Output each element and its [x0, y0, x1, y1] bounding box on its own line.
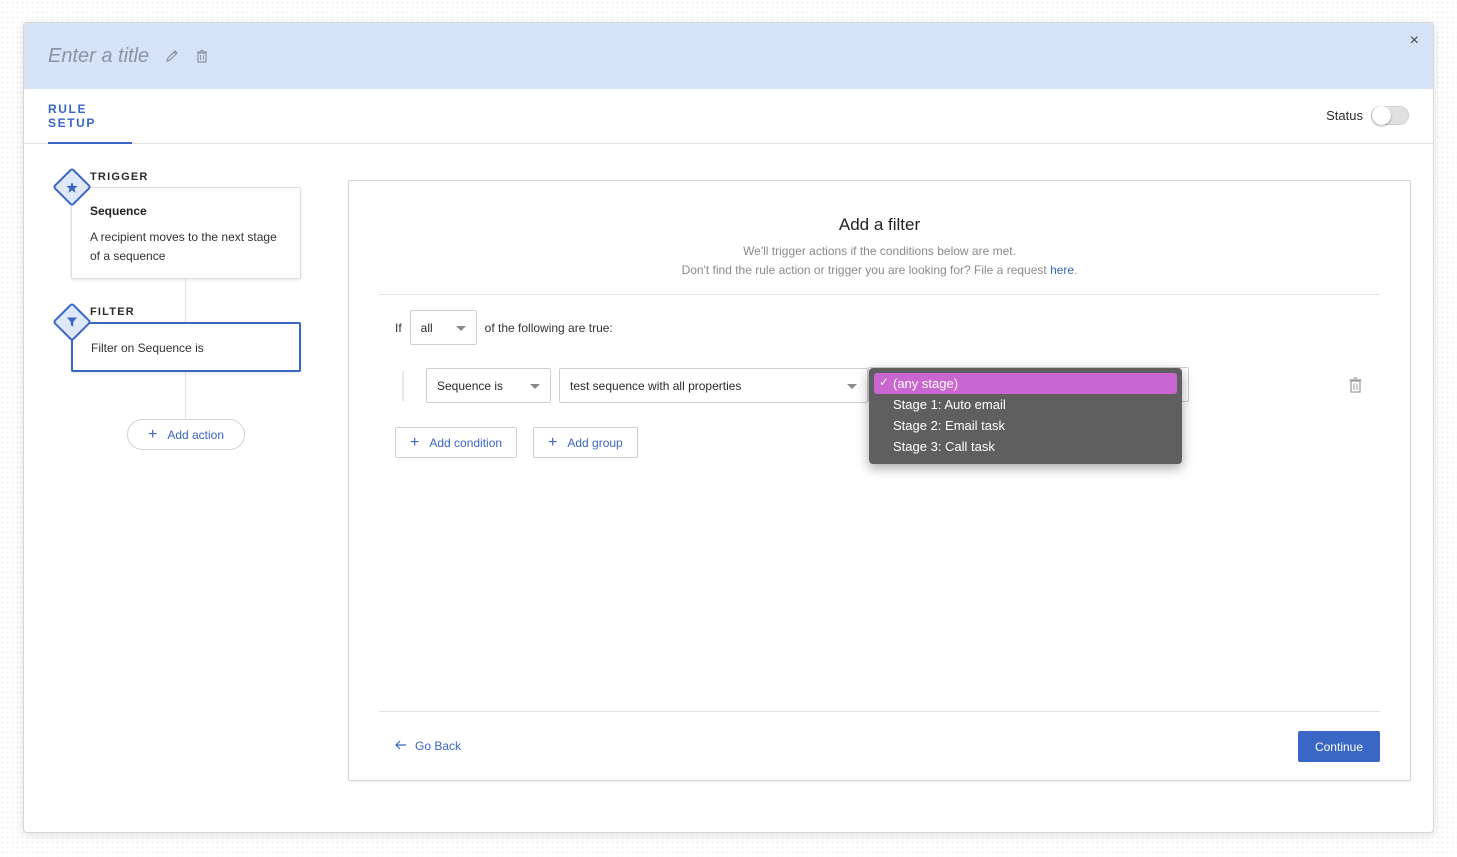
status-label: Status	[1326, 108, 1363, 123]
stage-dropdown: ✓ (any stage) Stage 1: Auto email Stage …	[869, 368, 1182, 464]
rule-modal: Enter a title × RULE SETUP Status Sequen…	[23, 22, 1434, 833]
status-toggle[interactable]	[1371, 106, 1409, 125]
add-group-button[interactable]: + Add group	[533, 427, 638, 458]
stage-option-label: Stage 3: Call task	[893, 439, 995, 454]
go-back-label: Go Back	[415, 739, 462, 753]
stage-option-label: Stage 2: Email task	[893, 418, 1005, 433]
panel-title: Add a filter	[838, 215, 921, 234]
subtitle-end: .	[1074, 263, 1078, 277]
panel-subtitle-1: We'll trigger actions if the conditions …	[743, 244, 1016, 258]
modal-header: Enter a title ×	[24, 23, 1433, 89]
filter-panel: Add a filter We'll trigger actions if th…	[348, 180, 1411, 781]
stage-option-label: (any stage)	[893, 376, 959, 391]
trash-icon[interactable]	[195, 49, 209, 63]
trigger-title: Sequence	[90, 204, 147, 218]
stage-option-1[interactable]: Stage 1: Auto email	[874, 394, 1177, 415]
trigger-description: A recipient moves to the next stage of a…	[90, 230, 277, 263]
add-condition-label: Add condition	[429, 435, 503, 450]
tab-rule-setup[interactable]: RULE SETUP	[48, 89, 132, 144]
flow-connector	[185, 372, 186, 420]
chevron-down-icon	[530, 384, 540, 389]
sequence-value: test sequence with all properties	[570, 378, 742, 393]
add-action-label: Add action	[167, 427, 225, 442]
stage-option-label: Stage 1: Auto email	[893, 397, 1006, 412]
request-link[interactable]: here	[1050, 263, 1074, 277]
chevron-down-icon	[847, 384, 857, 389]
sequence-select[interactable]: test sequence with all properties	[559, 368, 868, 403]
pencil-icon[interactable]	[165, 49, 179, 63]
trigger-card[interactable]: Sequence A recipient moves to the next s…	[71, 187, 301, 279]
status-control: Status	[1326, 106, 1409, 125]
filter-description: Filter on Sequence is	[91, 341, 204, 355]
checkmark-icon: ✓	[879, 375, 890, 389]
divider	[379, 294, 1380, 295]
filter-card[interactable]: Filter on Sequence is	[71, 322, 301, 372]
plus-icon: +	[548, 433, 558, 451]
go-back-button[interactable]: Go Back	[395, 739, 461, 753]
match-row: If all of the following are true:	[395, 310, 613, 345]
trigger-label: TRIGGER	[90, 171, 149, 183]
stage-option-3[interactable]: Stage 3: Call task	[874, 436, 1177, 457]
toggle-knob	[1372, 106, 1391, 125]
if-label: If	[395, 320, 402, 335]
condition-field-select[interactable]: Sequence is	[426, 368, 551, 403]
plus-icon: +	[410, 433, 420, 451]
subtitle-text: Don't find the rule action or trigger yo…	[681, 263, 1047, 277]
condition-group-bar	[402, 371, 404, 401]
divider	[379, 711, 1380, 712]
chevron-down-icon	[455, 326, 466, 331]
trash-icon[interactable]	[1349, 377, 1362, 398]
filter-label: FILTER	[90, 306, 135, 318]
title-input[interactable]: Enter a title	[48, 45, 149, 68]
add-group-label: Add group	[567, 435, 623, 450]
tab-bar: RULE SETUP Status	[24, 89, 1433, 144]
following-label: of the following are true:	[484, 320, 613, 335]
condition-field-value: Sequence is	[437, 378, 504, 393]
flow-connector	[185, 277, 186, 323]
stage-option-any[interactable]: ✓ (any stage)	[874, 373, 1177, 394]
arrow-left-icon	[395, 739, 407, 753]
close-icon[interactable]: ×	[1410, 33, 1419, 49]
panel-subtitle-2: Don't find the rule action or trigger yo…	[349, 263, 1410, 277]
plus-icon: +	[147, 425, 158, 443]
match-select[interactable]: all	[409, 310, 477, 345]
continue-button[interactable]: Continue	[1298, 731, 1380, 762]
add-action-button[interactable]: + Add action	[127, 419, 245, 450]
match-value: all	[420, 320, 433, 335]
add-condition-button[interactable]: + Add condition	[395, 427, 518, 458]
stage-option-2[interactable]: Stage 2: Email task	[874, 415, 1177, 436]
